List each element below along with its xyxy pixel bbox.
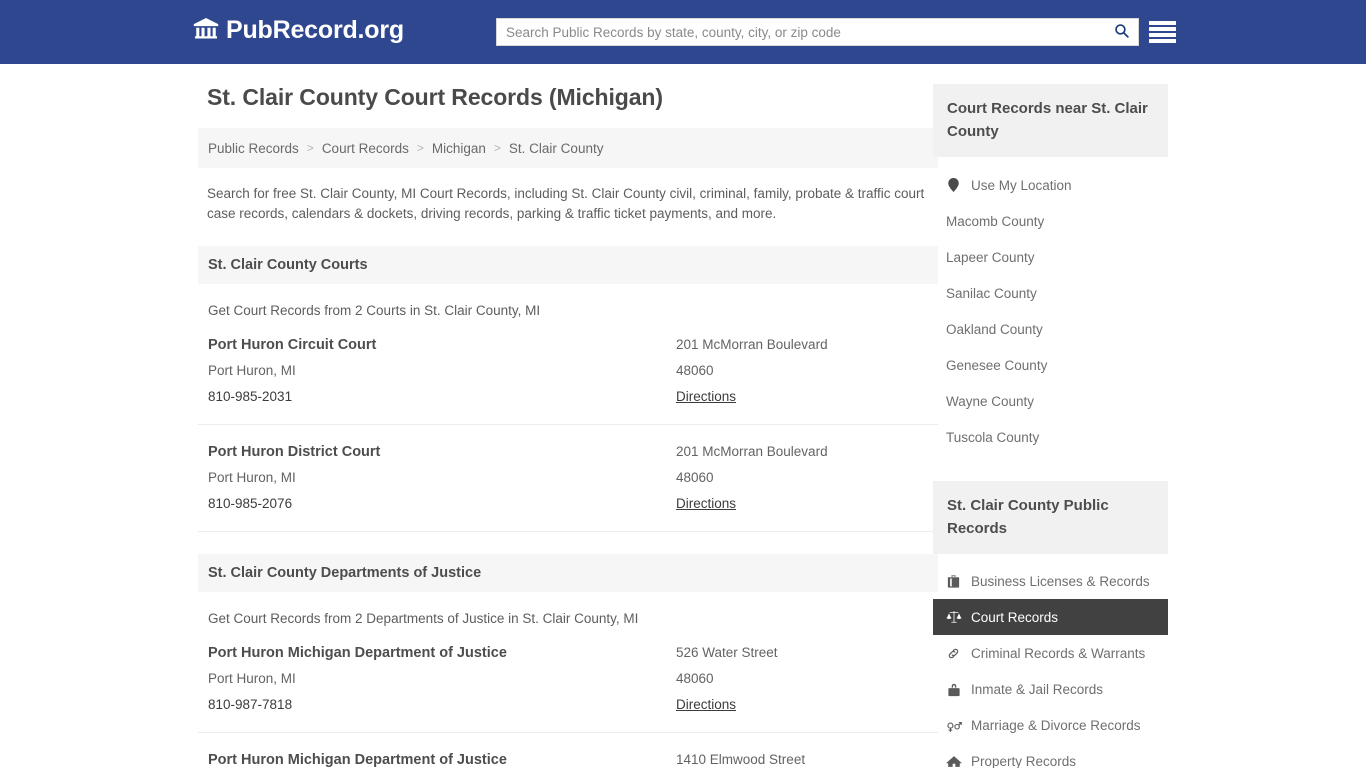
sidebar-item-oakland-county[interactable]: Oakland County [933,311,1168,347]
breadcrumb-item-st-clair-county[interactable]: St. Clair County [509,141,604,156]
sidebar-item-label: Use My Location [971,177,1072,193]
listing-street: 201 McMorran Boulevard [676,337,828,352]
search-icon [1113,22,1130,42]
sidebar-item-label: Wayne County [946,393,1035,409]
listing-city-state: Port Huron, MI [208,671,296,686]
breadcrumb: Public Records > Court Records > Michiga… [198,128,938,168]
listing-directions-link[interactable]: Directions [676,384,736,410]
listing-left-column: Port Huron Circuit Court Port Huron, MI … [208,332,676,410]
table-row: Port Huron Michigan Department of Justic… [198,626,938,733]
breadcrumb-separator: > [306,141,314,155]
listing-street: 201 McMorran Boulevard [676,444,828,459]
sidebar-item-label: Lapeer County [946,249,1035,265]
sidebar-item-use-my-location[interactable]: Use My Location [933,167,1168,203]
listing-city-state: Port Huron, MI [208,363,296,378]
sidebar-item-label: Sanilac County [946,285,1037,301]
listing-right-column: 201 McMorran Boulevard 48060 Directions [676,439,928,517]
sidebar-item-lapeer-county[interactable]: Lapeer County [933,239,1168,275]
sidebar-item-inmate-jail-records[interactable]: Inmate & Jail Records [933,671,1168,707]
page-intro-text: Search for free St. Clair County, MI Cou… [207,186,925,221]
sidebar-item-label: Court Records [971,609,1059,625]
listing-left-column: Port Huron District Court Port Huron, MI… [208,439,676,517]
sidebar-item-label: Property Records [971,753,1077,768]
main-column: St. Clair County Court Records (Michigan… [198,84,938,768]
sidebar-item-label: Inmate & Jail Records [971,681,1104,697]
sidebar-public-records-list: Business Licenses & Records Court Record… [933,563,1168,768]
table-row: Port Huron Michigan Department of Justic… [198,733,938,768]
listing-phone[interactable]: 810-985-2076 [208,491,676,517]
sidebar-heading-nearby: Court Records near St. Clair County [933,84,1168,157]
page-body: St. Clair County Court Records (Michigan… [0,64,1366,768]
listing-street: 526 Water Street [676,645,778,660]
sidebar-item-tuscola-county[interactable]: Tuscola County [933,419,1168,455]
sidebar-item-marriage-divorce-records[interactable]: Marriage & Divorce Records [933,707,1168,743]
listing-name[interactable]: Port Huron District Court [208,439,676,465]
listing-name[interactable]: Port Huron Michigan Department of Justic… [208,640,676,666]
site-logo-link[interactable]: PubRecord.org [193,17,404,43]
listing-directions-link[interactable]: Directions [676,491,736,517]
table-row: Port Huron Circuit Court Port Huron, MI … [198,318,938,425]
sidebar-item-sanilac-county[interactable]: Sanilac County [933,275,1168,311]
listing-directions-link[interactable]: Directions [676,692,736,718]
listing-zip: 48060 [676,671,714,686]
map-pin-icon [945,178,962,192]
section-heading-departments-of-justice: St. Clair County Departments of Justice [198,554,938,592]
breadcrumb-item-court-records[interactable]: Court Records [322,141,409,156]
search-button[interactable] [1104,19,1138,45]
hamburger-menu-icon[interactable] [1149,19,1176,45]
listing-name[interactable]: Port Huron Michigan Department of Justic… [208,747,676,768]
sidebar-item-label: Marriage & Divorce Records [971,717,1141,733]
sidebar-item-label: Macomb County [946,213,1045,229]
venus-mars-icon [945,718,962,733]
listing-right-column: 1410 Elmwood Street 48060 Directions [676,747,928,768]
home-icon [945,754,962,768]
sidebar-heading-public-records: St. Clair County Public Records [933,481,1168,554]
briefcase-icon [945,574,962,589]
section-subheading-courts: Get Court Records from 2 Courts in St. C… [208,303,541,318]
sidebar-nearby-list: Use My Location Macomb County Lapeer Cou… [933,167,1168,455]
breadcrumb-separator: > [493,141,501,155]
sidebar-item-label: Oakland County [946,321,1043,337]
listing-right-column: 201 McMorran Boulevard 48060 Directions [676,332,928,410]
sidebar-public-records-block: St. Clair County Public Records Business… [933,481,1168,768]
search-bar[interactable] [496,18,1139,46]
sidebar-item-property-records[interactable]: Property Records [933,743,1168,768]
page-title: St. Clair County Court Records (Michigan… [207,84,663,110]
listing-left-column: Port Huron Michigan Department of Justic… [208,747,676,768]
listing-right-column: 526 Water Street 48060 Directions [676,640,928,718]
brand-name: PubRecord.org [226,16,404,44]
sidebar-item-label: Tuscola County [946,429,1040,445]
site-header: PubRecord.org [0,0,1366,64]
listing-zip: 48060 [676,363,714,378]
breadcrumb-item-michigan[interactable]: Michigan [432,141,486,156]
sidebar-item-wayne-county[interactable]: Wayne County [933,383,1168,419]
listing-street: 1410 Elmwood Street [676,752,806,767]
listing-left-column: Port Huron Michigan Department of Justic… [208,640,676,718]
lock-icon [945,682,962,697]
sidebar-item-business-licenses-records[interactable]: Business Licenses & Records [933,563,1168,599]
listing-phone[interactable]: 810-987-7818 [208,692,676,718]
sidebar-item-criminal-records-warrants[interactable]: Criminal Records & Warrants [933,635,1168,671]
sidebar-item-label: Genesee County [946,357,1048,373]
sidebar: Court Records near St. Clair County Use … [933,84,1168,768]
sidebar-item-genesee-county[interactable]: Genesee County [933,347,1168,383]
breadcrumb-item-public-records[interactable]: Public Records [208,141,299,156]
chain-link-icon [945,646,962,661]
listing-name[interactable]: Port Huron Circuit Court [208,332,676,358]
sidebar-item-label: Business Licenses & Records [971,573,1150,589]
sidebar-item-label: Criminal Records & Warrants [971,645,1146,661]
scales-of-justice-icon [945,609,962,625]
listing-phone[interactable]: 810-985-2031 [208,384,676,410]
table-row: Port Huron District Court Port Huron, MI… [198,425,938,532]
sidebar-item-macomb-county[interactable]: Macomb County [933,203,1168,239]
listing-zip: 48060 [676,470,714,485]
content-container: St. Clair County Court Records (Michigan… [198,64,1168,768]
breadcrumb-separator: > [416,141,424,155]
listing-city-state: Port Huron, MI [208,470,296,485]
section-heading-courts: St. Clair County Courts [198,246,938,284]
sidebar-item-court-records[interactable]: Court Records [933,599,1168,635]
search-input[interactable] [497,19,1104,45]
landmark-icon [193,17,219,43]
section-subheading-departments-of-justice: Get Court Records from 2 Departments of … [208,611,639,626]
